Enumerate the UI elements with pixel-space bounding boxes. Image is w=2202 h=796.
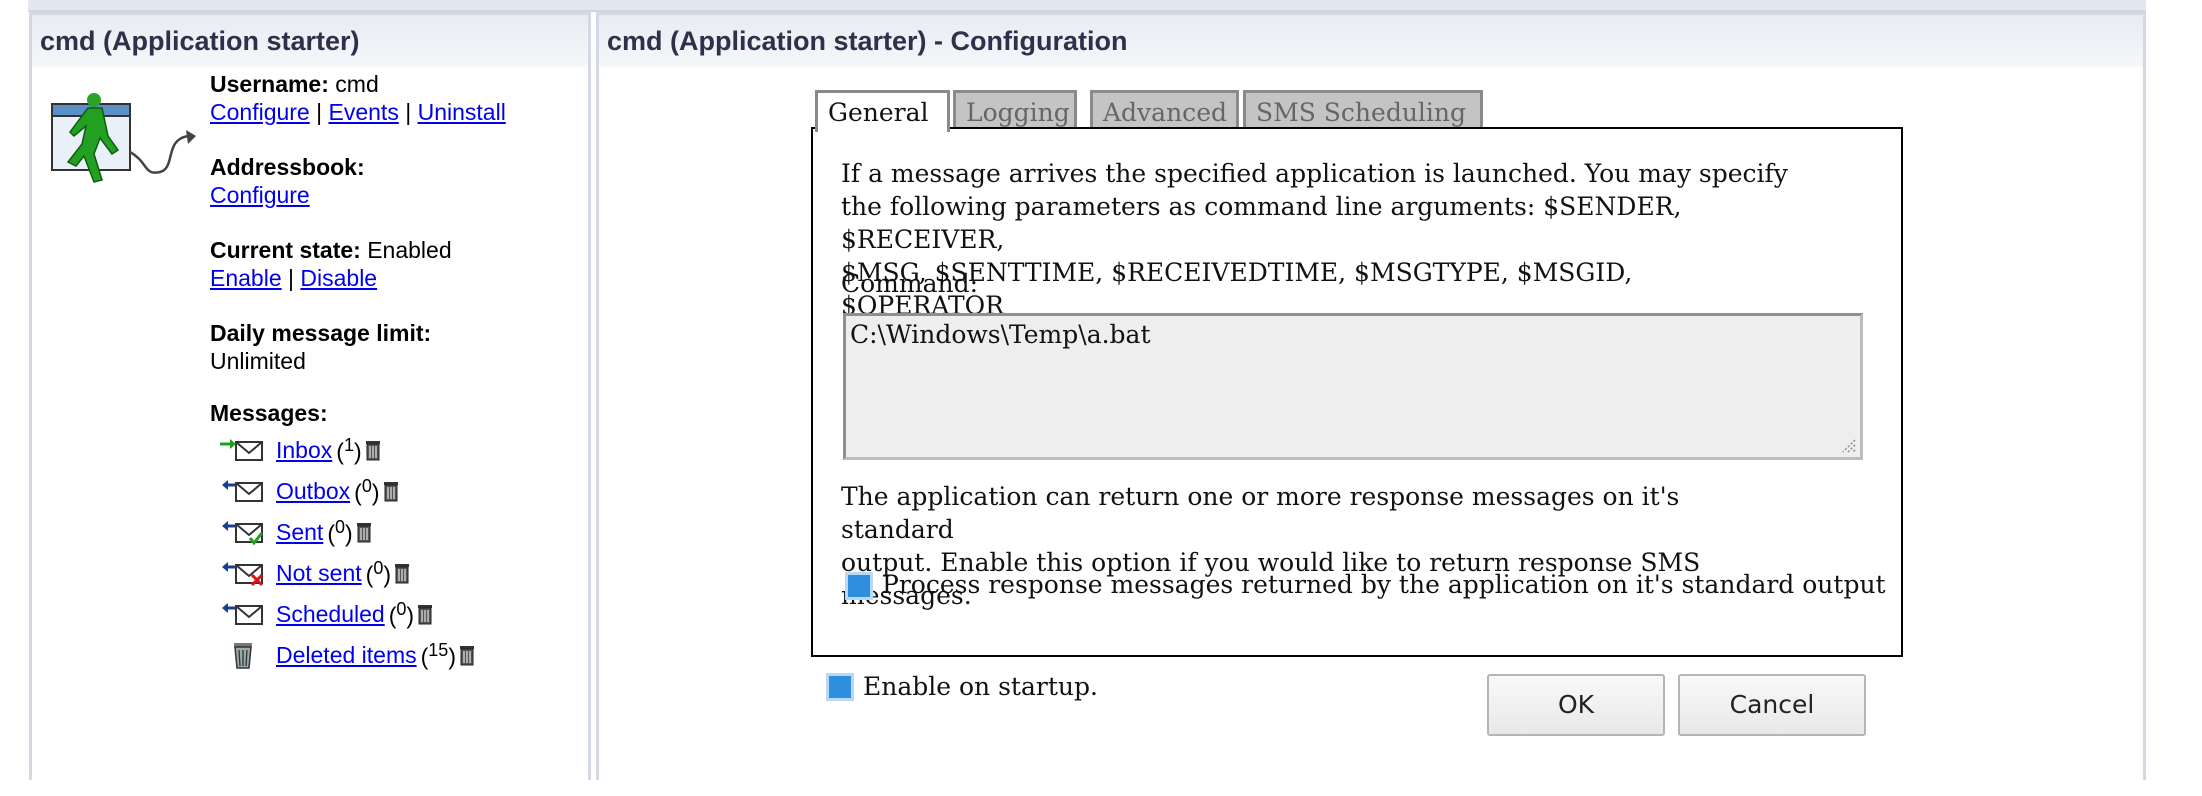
deleted-items-count: (15) — [420, 639, 456, 670]
top-border — [28, 0, 2146, 12]
process-response-label: Process response messages returned by th… — [882, 570, 1886, 599]
addressbook-configure-link[interactable]: Configure — [210, 182, 310, 208]
uninstall-link[interactable]: Uninstall — [418, 99, 506, 125]
trash-can-icon — [234, 643, 252, 669]
inbox-count: (1) — [336, 434, 362, 465]
sent-link[interactable]: Sent — [276, 519, 323, 546]
addressbook-section: Addressbook: Configure — [210, 153, 365, 209]
cancel-button[interactable]: Cancel — [1678, 674, 1866, 736]
application-starter-icon — [51, 93, 196, 183]
username-section: Username: cmd Configure | Events | Unins… — [210, 70, 506, 126]
enable-on-startup-label: Enable on startup. — [863, 672, 1098, 701]
inbox-link[interactable]: Inbox — [276, 437, 332, 464]
separator: | — [316, 99, 323, 125]
inbox-envelope-icon — [220, 439, 263, 461]
intro-text: If a message arrives the specified appli… — [841, 159, 1788, 320]
not-sent-envelope-icon — [222, 562, 264, 587]
process-response-checkbox[interactable] — [845, 572, 873, 600]
outbox-count: (0) — [354, 475, 380, 506]
folder-scheduled: Scheduled (0) — [220, 598, 434, 630]
not-sent-count: (0) — [365, 557, 392, 588]
outbox-envelope-icon — [222, 480, 263, 502]
scheduled-envelope-icon — [222, 603, 263, 625]
enable-link[interactable]: Enable — [210, 265, 282, 291]
resize-grip-icon[interactable] — [1839, 436, 1857, 454]
addressbook-label: Addressbook: — [210, 154, 365, 180]
tab-advanced[interactable]: Advanced — [1090, 90, 1239, 130]
sent-count: (0) — [327, 516, 353, 547]
command-label: Command: — [841, 269, 979, 298]
folder-inbox: Inbox (1) — [220, 434, 382, 466]
state-value: Enabled — [367, 237, 452, 263]
scheduled-link[interactable]: Scheduled — [276, 601, 385, 628]
separator: | — [405, 99, 412, 125]
command-textarea[interactable]: C:\Windows\Temp\a.bat — [843, 313, 1863, 460]
limit-label: Daily message limit: — [210, 320, 432, 346]
state-section: Current state: Enabled Enable | Disable — [210, 236, 452, 292]
username-value: cmd — [335, 71, 379, 97]
events-link[interactable]: Events — [329, 99, 399, 125]
username-label: Username: — [210, 71, 329, 97]
trash-can-icon[interactable] — [364, 439, 382, 461]
configure-link[interactable]: Configure — [210, 99, 310, 125]
sent-envelope-icon — [222, 521, 264, 546]
command-value: C:\Windows\Temp\a.bat — [850, 320, 1151, 349]
outbox-link[interactable]: Outbox — [276, 478, 350, 505]
ok-button[interactable]: OK — [1487, 674, 1665, 736]
messages-label: Messages: — [210, 400, 328, 426]
enable-on-startup-checkbox[interactable] — [826, 673, 854, 701]
panel-title: cmd (Application starter) - Configuratio… — [599, 15, 2143, 67]
folder-deleted-items: Deleted items (15) — [220, 639, 476, 671]
trash-can-icon[interactable] — [393, 562, 411, 584]
state-label: Current state: — [210, 237, 361, 263]
trash-can-icon[interactable] — [416, 603, 434, 625]
tab-sms-scheduling[interactable]: SMS Scheduling — [1243, 90, 1483, 130]
disable-link[interactable]: Disable — [300, 265, 377, 291]
tab-general[interactable]: General — [815, 90, 950, 132]
trash-can-icon[interactable] — [458, 644, 476, 666]
trash-can-icon[interactable] — [382, 480, 400, 502]
deleted-items-link[interactable]: Deleted items — [276, 642, 417, 669]
panel-title: cmd (Application starter) — [32, 15, 588, 67]
messages-section: Messages: — [210, 399, 328, 427]
folder-sent: Sent (0) — [220, 516, 373, 548]
folder-not-sent: Not sent (0) — [220, 557, 411, 589]
tab-logging[interactable]: Logging — [953, 90, 1077, 130]
limit-value: Unlimited — [210, 348, 306, 374]
trash-can-icon[interactable] — [355, 521, 373, 543]
scheduled-count: (0) — [388, 598, 415, 629]
separator: | — [288, 265, 294, 291]
folder-outbox: Outbox (0) — [220, 475, 400, 507]
not-sent-link[interactable]: Not sent — [276, 560, 362, 587]
limit-section: Daily message limit: Unlimited — [210, 319, 431, 375]
